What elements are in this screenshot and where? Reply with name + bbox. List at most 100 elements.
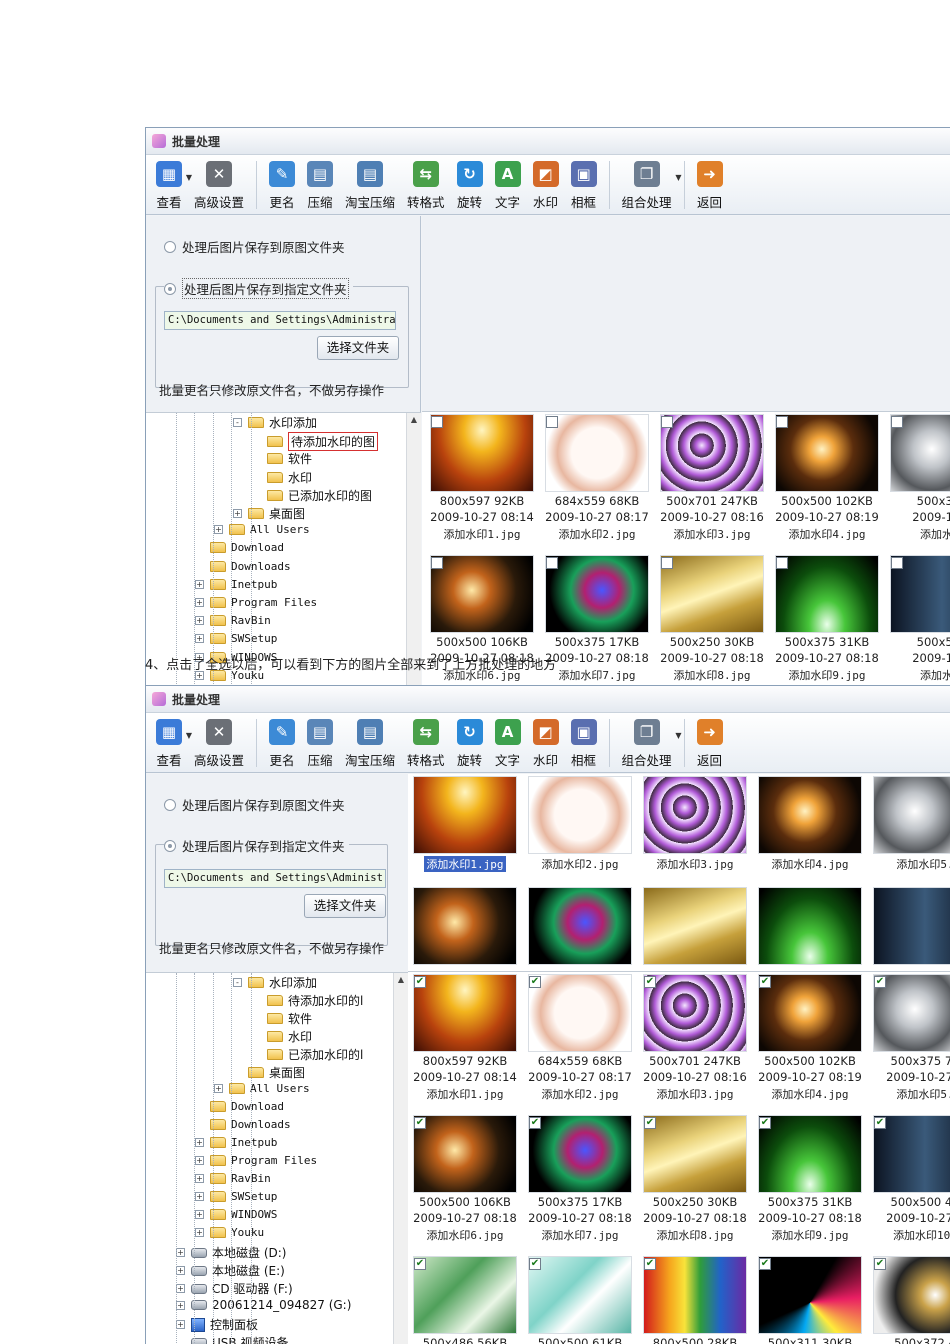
- thumbnail-item[interactable]: 添加水印5.: [870, 776, 950, 872]
- thumbnail-image[interactable]: [413, 887, 517, 965]
- select-checkbox[interactable]: [776, 557, 788, 569]
- tree-item[interactable]: + Inetpub: [195, 578, 277, 591]
- tree-item[interactable]: Downloads: [195, 560, 291, 573]
- thumbnail-image[interactable]: [413, 1256, 517, 1334]
- expand-icon[interactable]: +: [176, 1284, 185, 1293]
- tree-item[interactable]: + WINDOWS: [195, 1208, 277, 1221]
- toolbar-button-6[interactable]: ↻ 旋转: [456, 719, 483, 769]
- thumbnail-item[interactable]: ✔ 500x375 17KB 2009-10-27 08:18 添加水印7.jpg: [525, 1115, 635, 1243]
- thumbnail-image[interactable]: [528, 1256, 632, 1334]
- thumbnail-item[interactable]: 800x597 92KB 2009-10-27 08:14 添加水印1.jpg: [427, 414, 537, 542]
- scroll-up-icon[interactable]: ▲: [394, 973, 408, 987]
- thumbnail-image[interactable]: [643, 974, 747, 1052]
- tree-item[interactable]: 已添加水印的图: [252, 487, 372, 504]
- collapse-icon[interactable]: -: [233, 418, 242, 427]
- tree-item[interactable]: 桌面图: [233, 1064, 305, 1081]
- thumbnail-item[interactable]: ✔ 500x500 102KB 2009-10-27 08:19 添加水印4.jpg: [755, 974, 865, 1102]
- thumbnail-item[interactable]: ✔ 500x486 56KB: [410, 1256, 520, 1344]
- tree-item[interactable]: - 水印添加: [233, 414, 317, 431]
- select-checkbox[interactable]: ✔: [874, 976, 886, 988]
- tree-item[interactable]: 已添加水印的l: [252, 1046, 363, 1063]
- tree-item[interactable]: + 桌面图: [233, 505, 305, 522]
- thumbnail-item[interactable]: 500x375 17KB 2009-10-27 08:18 添加水印7.jpg: [542, 555, 652, 683]
- toolbar-button-7[interactable]: A 文字: [494, 719, 521, 769]
- radio-save-original[interactable]: [164, 798, 176, 811]
- toolbar-button-7[interactable]: A 文字: [494, 161, 521, 211]
- chevron-down-icon[interactable]: ▼: [675, 173, 681, 182]
- select-checkbox[interactable]: [891, 557, 903, 569]
- thumbnail-image[interactable]: [413, 1115, 517, 1193]
- thumbnail-item[interactable]: 500x250 30KB 2009-10-27 08:18 添加水印8.jpg: [657, 555, 767, 683]
- toolbar-button-1[interactable]: ✕ 高级设置: [194, 161, 244, 211]
- expand-icon[interactable]: +: [195, 616, 204, 626]
- tree-item[interactable]: + SWSetup: [195, 1190, 277, 1203]
- select-checkbox[interactable]: ✔: [759, 976, 771, 988]
- thumbnail-item[interactable]: ✔ 500x375 71 2009-10-27 0 添加水印5.: [870, 974, 950, 1102]
- select-checkbox[interactable]: ✔: [414, 976, 426, 988]
- select-checkbox[interactable]: [661, 416, 673, 428]
- toolbar-button-9[interactable]: ▣ 相框: [570, 719, 597, 769]
- choose-folder-button[interactable]: 选择文件夹: [317, 336, 399, 360]
- tree-item[interactable]: USB 视频设备: [176, 1334, 288, 1344]
- toolbar-button-4[interactable]: ▤ 淘宝压缩: [345, 161, 395, 211]
- thumbnail-image[interactable]: [660, 414, 764, 492]
- expand-icon[interactable]: +: [214, 1084, 223, 1093]
- thumbnail-item[interactable]: 500x375 2009-10-2 添加水印: [887, 414, 950, 542]
- thumbnail-item[interactable]: 添加水印2.jpg: [525, 776, 635, 872]
- thumbnail-image[interactable]: [413, 974, 517, 1052]
- thumbnail-image[interactable]: [775, 555, 879, 633]
- collapse-icon[interactable]: -: [233, 978, 242, 987]
- thumbnail-item[interactable]: [640, 887, 750, 965]
- tree-item[interactable]: Downloads: [195, 1118, 291, 1131]
- select-checkbox[interactable]: [546, 557, 558, 569]
- tree-item[interactable]: + 控制面板: [176, 1316, 258, 1333]
- expand-icon[interactable]: +: [195, 1174, 204, 1183]
- option-save-original[interactable]: 处理后图片保存到原图文件夹: [164, 795, 345, 814]
- option-save-specified[interactable]: 处理后图片保存到指定文件夹: [164, 836, 349, 855]
- tree-item[interactable]: + Youku: [195, 1226, 264, 1239]
- thumbnail-item[interactable]: ✔ 800x597 92KB 2009-10-27 08:14 添加水印1.jpg: [410, 974, 520, 1102]
- tree-item[interactable]: +20061214_094827 (G:): [176, 1298, 351, 1312]
- thumbnail-image[interactable]: [873, 776, 950, 854]
- chevron-down-icon[interactable]: ▼: [675, 731, 681, 740]
- thumbnail-image[interactable]: [528, 776, 632, 854]
- thumbnail-image[interactable]: [643, 887, 747, 965]
- output-path-field[interactable]: C:\Documents and Settings\Administ:: [164, 869, 386, 888]
- thumbnail-image[interactable]: [758, 974, 862, 1052]
- thumbnail-image[interactable]: [660, 555, 764, 633]
- toolbar-button-5[interactable]: ⇆ 转格式: [407, 719, 445, 769]
- radio-save-original[interactable]: [164, 240, 176, 253]
- select-checkbox[interactable]: ✔: [644, 1117, 656, 1129]
- thumbnail-item[interactable]: ✔ 500x701 247KB 2009-10-27 08:16 添加水印3.jpg: [640, 974, 750, 1102]
- toolbar-button-3[interactable]: ▤ 压缩: [307, 161, 334, 211]
- select-checkbox[interactable]: [431, 416, 443, 428]
- tree-item[interactable]: + Inetpub: [195, 1136, 277, 1149]
- select-checkbox[interactable]: ✔: [759, 1258, 771, 1270]
- thumbnail-image[interactable]: [758, 1256, 862, 1334]
- chevron-down-icon[interactable]: ▼: [186, 173, 192, 182]
- thumbnail-item[interactable]: [410, 887, 520, 965]
- toolbar-button-11[interactable]: ➜ 返回: [696, 719, 723, 769]
- expand-icon[interactable]: +: [195, 1210, 204, 1219]
- thumbnail-item[interactable]: 添加水印1.jpg: [410, 776, 520, 872]
- thumbnail-item[interactable]: ✔ 500x311 30KB: [755, 1256, 865, 1344]
- thumbnail-item[interactable]: ✔ 500x500 61KB: [525, 1256, 635, 1344]
- toolbar-button-8[interactable]: ◩ 水印: [532, 719, 559, 769]
- select-checkbox[interactable]: [661, 557, 673, 569]
- thumbnail-item[interactable]: 添加水印4.jpg: [755, 776, 865, 872]
- expand-icon[interactable]: +: [195, 1228, 204, 1237]
- output-path-field[interactable]: C:\Documents and Settings\Administra: [164, 311, 396, 330]
- expand-icon[interactable]: +: [195, 598, 204, 607]
- tree-item[interactable]: + RavBin: [195, 614, 271, 627]
- thumbnail-item[interactable]: [755, 887, 865, 965]
- thumbnail-image[interactable]: [643, 1256, 747, 1334]
- thumbnail-item[interactable]: 500x500 102KB 2009-10-27 08:19 添加水印4.jpg: [772, 414, 882, 542]
- thumbnail-image[interactable]: [775, 414, 879, 492]
- thumbnail-image[interactable]: [528, 887, 632, 965]
- thumbnail-image[interactable]: [545, 414, 649, 492]
- select-checkbox[interactable]: ✔: [874, 1117, 886, 1129]
- select-checkbox[interactable]: ✔: [529, 1258, 541, 1270]
- thumbnail-image[interactable]: [643, 776, 747, 854]
- thumbnail-item[interactable]: [870, 887, 950, 965]
- thumbnail-image[interactable]: [528, 1115, 632, 1193]
